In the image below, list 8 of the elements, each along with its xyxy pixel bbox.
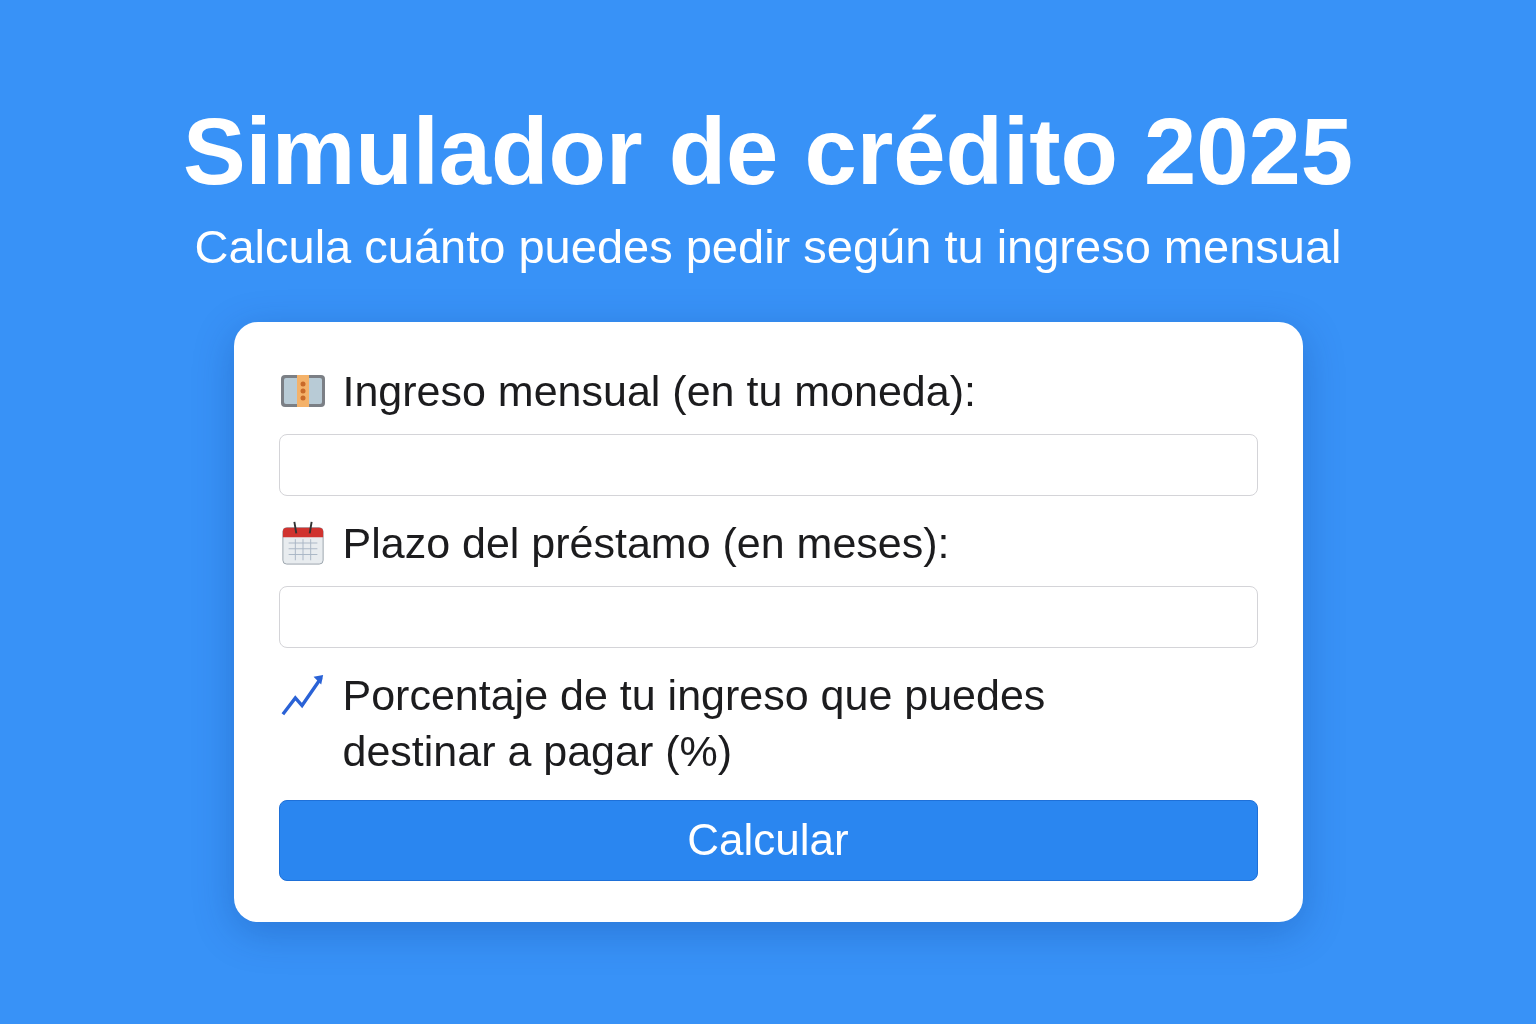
page-title: Simulador de crédito 2025 xyxy=(182,100,1354,204)
calculate-button[interactable]: Calcular xyxy=(278,799,1258,881)
field-label: Ingreso mensual (en tu moneda): xyxy=(342,366,976,418)
field-label: Plazo del préstamo (en meses): xyxy=(342,518,950,570)
input-field[interactable] xyxy=(278,434,1258,497)
input-field[interactable] xyxy=(278,586,1258,649)
field-label: Porcentaje de tu ingreso que puedes destinar a pagar (%) xyxy=(342,670,1047,778)
page-subtitle: Calcula cuánto puedes pedir según tu ingreso mensual xyxy=(194,219,1342,275)
